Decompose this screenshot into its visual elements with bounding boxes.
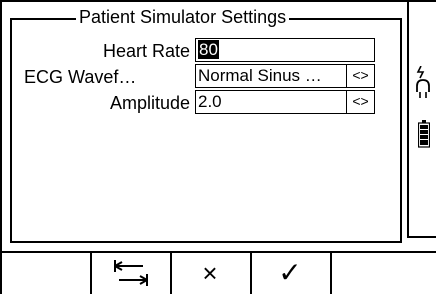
amplitude-arrow-button[interactable]: <> [346, 90, 375, 114]
ecg-waveform-field[interactable]: Normal Sinus … [195, 64, 347, 88]
frame-right-tick [407, 236, 436, 238]
ecg-waveform-label: ECG Wavef… [24, 67, 137, 87]
heart-rate-value: 80 [198, 40, 219, 59]
heart-rate-label: Heart Rate [102, 41, 190, 61]
confirm-softkey-button[interactable]: ✓ [250, 252, 332, 294]
battery-icon [417, 120, 431, 153]
frame-left [0, 0, 2, 294]
plug-icon [415, 65, 431, 105]
tab-softkey-button[interactable] [90, 252, 172, 294]
cancel-softkey-button[interactable]: × [170, 252, 252, 294]
dialog-title: Patient Simulator Settings [76, 6, 290, 28]
cancel-icon: × [202, 258, 218, 288]
confirm-icon: ✓ [278, 257, 302, 288]
frame-right-separator [407, 0, 409, 238]
frame-top [0, 0, 436, 2]
tab-arrows-icon [114, 260, 148, 286]
amplitude-field[interactable]: 2.0 [195, 90, 347, 114]
amplitude-label: Amplitude [109, 93, 190, 113]
ecg-waveform-arrow-button[interactable]: <> [346, 64, 375, 88]
heart-rate-field[interactable]: 80 [195, 38, 375, 62]
